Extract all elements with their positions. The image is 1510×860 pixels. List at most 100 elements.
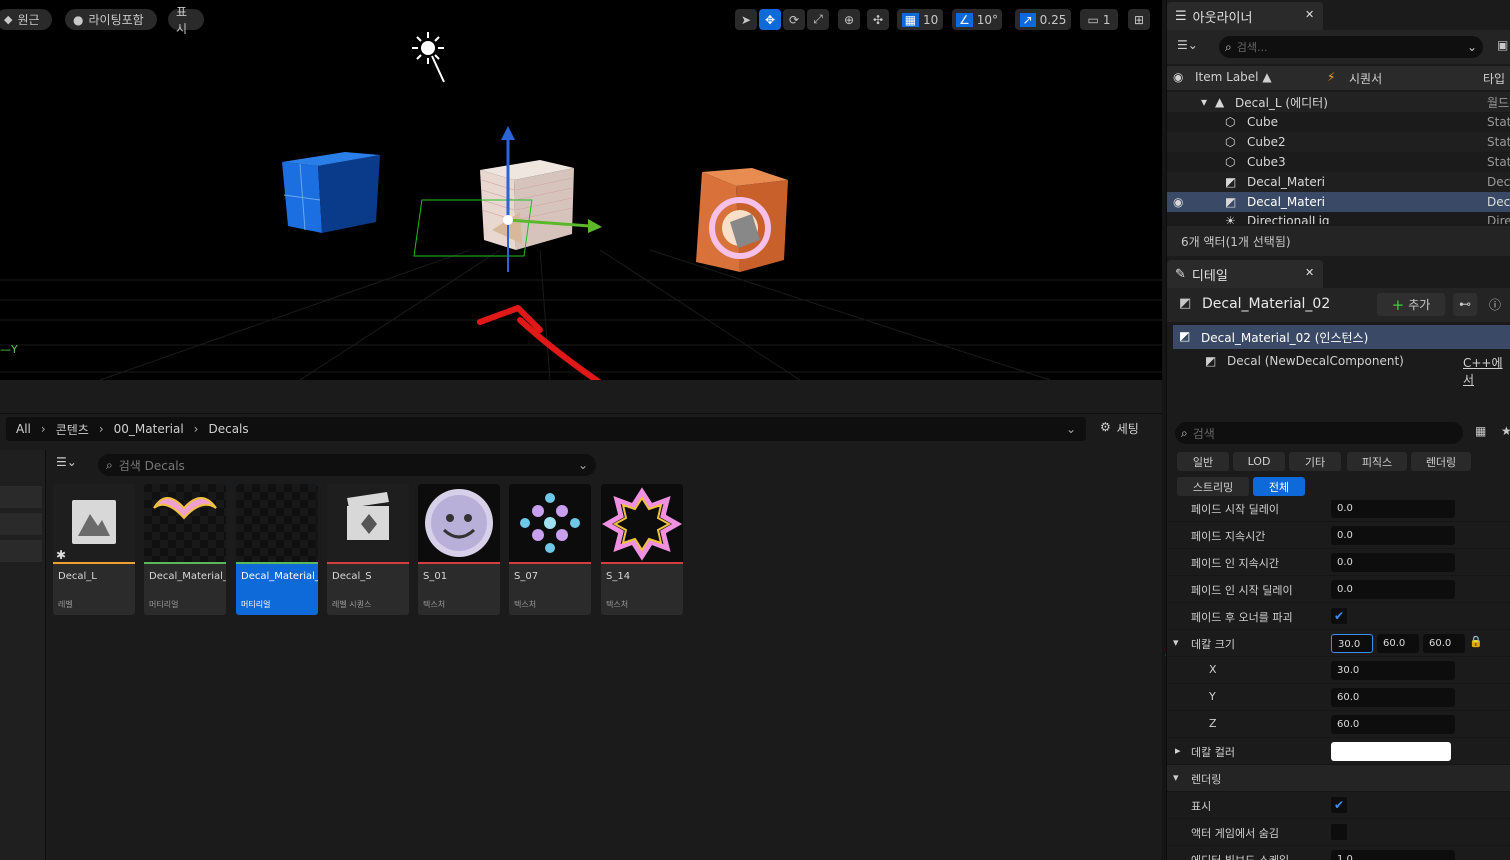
- sources-item[interactable]: [0, 513, 42, 535]
- asset-search-input[interactable]: ⌕ 검색 Decals ⌄: [98, 454, 596, 476]
- prop-value-input[interactable]: 0.0: [1331, 500, 1455, 518]
- prop-label: 데칼 크기: [1191, 638, 1235, 651]
- decal-size-z-input[interactable]: 60.0: [1423, 634, 1465, 653]
- filter-tab-streaming[interactable]: 스트리밍: [1177, 477, 1249, 496]
- settings-button[interactable]: ⚙ 세팅: [1100, 420, 1139, 437]
- search-icon: ⌕: [106, 457, 113, 472]
- close-icon[interactable]: ✕: [1305, 8, 1314, 21]
- table-view-icon[interactable]: ▦: [1475, 424, 1486, 438]
- sources-item[interactable]: [0, 540, 42, 562]
- filter-tab-all[interactable]: 전체: [1253, 477, 1305, 496]
- cpp-link[interactable]: C++에서: [1463, 354, 1510, 388]
- chevron-down-icon[interactable]: ▾: [1173, 771, 1179, 784]
- eye-icon[interactable]: ◉: [1173, 195, 1183, 209]
- texture-thumbnail: [601, 484, 683, 562]
- details-search-input[interactable]: ⌕ 검색: [1175, 422, 1463, 444]
- orange-cube[interactable]: [696, 168, 788, 272]
- crumb-decals[interactable]: Decals: [208, 422, 248, 436]
- crumb-material[interactable]: 00_Material: [114, 422, 184, 436]
- scale-snap-button[interactable]: ↗ 0.25: [1015, 9, 1071, 30]
- surface-snap-button[interactable]: ✣: [867, 9, 889, 30]
- chevron-down-icon[interactable]: ⌄: [1066, 422, 1076, 436]
- filter-tab-lod[interactable]: LOD: [1233, 452, 1285, 471]
- prop-value-input[interactable]: 60.0: [1331, 688, 1455, 707]
- chevron-down-icon[interactable]: ⌄: [578, 458, 588, 472]
- help-icon[interactable]: ⓘ: [1489, 296, 1501, 313]
- outliner-row[interactable]: ⬡ Cube Stat: [1167, 112, 1510, 132]
- outliner-search-input[interactable]: ⌕ 검색... ⌄: [1219, 36, 1483, 58]
- show-button[interactable]: 표시: [168, 5, 204, 36]
- section-rendering[interactable]: ▾ 렌더링: [1167, 765, 1510, 792]
- chevron-down-icon[interactable]: ▾: [1173, 636, 1179, 649]
- crumb-all[interactable]: All: [16, 422, 31, 436]
- select-tool-button[interactable]: ➤: [735, 9, 757, 30]
- decal-size-y-input[interactable]: 60.0: [1377, 634, 1419, 653]
- outliner-row[interactable]: ◩ Decal_Materi Dec: [1167, 172, 1510, 192]
- star-icon[interactable]: ★: [1501, 424, 1510, 438]
- prop-value-input[interactable]: 0.0: [1331, 553, 1455, 572]
- filter-tab-misc[interactable]: 기타: [1289, 452, 1341, 471]
- close-icon[interactable]: ✕: [1305, 266, 1314, 279]
- prop-value-input[interactable]: 1.0: [1331, 850, 1455, 860]
- add-component-button[interactable]: + 추가: [1377, 293, 1445, 316]
- filter-tab-general[interactable]: 일반: [1177, 452, 1229, 471]
- sources-item[interactable]: [0, 486, 42, 508]
- asset-tile[interactable]: S_01 텍스처: [418, 484, 500, 615]
- chevron-right-icon[interactable]: ▸: [1175, 744, 1181, 757]
- prop-decal-size-y: Y 60.0: [1167, 684, 1510, 711]
- tab-details[interactable]: ✎ 디테일 ✕: [1167, 260, 1323, 288]
- world-local-button[interactable]: ⊕: [838, 9, 860, 30]
- prop-value-input[interactable]: 0.0: [1331, 580, 1455, 599]
- lock-icon[interactable]: 🔒: [1469, 635, 1483, 648]
- outliner-row[interactable]: ☀ DirectionalLig Dire: [1167, 212, 1510, 224]
- component-decal[interactable]: ◩ Decal (NewDecalComponent) C++에서: [1173, 350, 1510, 387]
- outliner-row[interactable]: ⬡ Cube2 Stat: [1167, 132, 1510, 152]
- filter-icon[interactable]: ☰⌄: [56, 455, 77, 469]
- tab-outliner[interactable]: ☰ 아웃라이너 ✕: [1167, 2, 1323, 30]
- prop-value-input[interactable]: 30.0: [1331, 661, 1455, 680]
- filter-icon[interactable]: ☰⌄: [1177, 38, 1198, 52]
- asset-tile[interactable]: Decal_Material_01 머티리얼: [144, 484, 226, 615]
- move-tool-button[interactable]: ✥: [759, 9, 781, 30]
- rotate-tool-button[interactable]: ⟳: [783, 9, 805, 30]
- col-sequencer[interactable]: 시퀀서: [1349, 70, 1382, 87]
- outliner-row[interactable]: ▾ ▲ Decal_L (에디터) 월드: [1167, 92, 1510, 112]
- chevron-down-icon[interactable]: ⌄: [1467, 40, 1477, 54]
- grid-snap-button[interactable]: ▦ 10: [897, 9, 943, 30]
- perspective-button[interactable]: ◆ 원근: [0, 9, 52, 30]
- add-folder-icon[interactable]: ▣: [1497, 38, 1508, 52]
- col-type[interactable]: 타입: [1483, 70, 1505, 87]
- blueprint-button[interactable]: ⊷: [1453, 293, 1477, 316]
- static-mesh-icon: ⬡: [1225, 115, 1236, 129]
- asset-tile[interactable]: S_14 텍스처: [601, 484, 683, 615]
- prop-value-input[interactable]: 60.0: [1331, 715, 1455, 734]
- checkbox-checked[interactable]: ✔: [1331, 608, 1347, 624]
- asset-tile[interactable]: Decal_S 레벨 시퀀스: [327, 484, 409, 615]
- crumb-content[interactable]: 콘텐츠: [56, 421, 89, 438]
- filter-tab-rendering[interactable]: 렌더링: [1411, 452, 1471, 471]
- filter-tab-physics[interactable]: 피직스: [1347, 452, 1407, 471]
- chevron-down-icon[interactable]: ▾: [1201, 95, 1207, 109]
- directional-light-icon[interactable]: [412, 32, 445, 83]
- selected-cube[interactable]: [413, 126, 602, 272]
- lit-mode-button[interactable]: ● 라이팅포함: [65, 9, 157, 30]
- camera-speed-button[interactable]: ▭ 1: [1080, 9, 1118, 30]
- asset-tile-selected[interactable]: Decal_Material_02 머티리얼: [236, 484, 318, 615]
- outliner-row[interactable]: ⬡ Cube3 Stat: [1167, 152, 1510, 172]
- color-swatch[interactable]: [1331, 742, 1451, 761]
- decal-size-x-input[interactable]: 30.0: [1331, 634, 1373, 653]
- scale-tool-button[interactable]: ⤢: [807, 9, 829, 30]
- component-root[interactable]: ◩ Decal_Material_02 (인스턴스): [1173, 325, 1510, 349]
- rotation-snap-button[interactable]: ∠ 10°: [952, 9, 1002, 30]
- prop-value-input[interactable]: 0.0: [1331, 526, 1455, 545]
- asset-tile[interactable]: S_07 텍스처: [509, 484, 591, 615]
- outliner-row-selected[interactable]: ◉ ◩ Decal_Materi Dec: [1167, 192, 1510, 212]
- layout-button[interactable]: ⊞: [1128, 9, 1150, 30]
- row-label: DirectionalLig: [1247, 214, 1330, 224]
- col-item-label[interactable]: Item Label ▲: [1195, 70, 1272, 84]
- level-viewport[interactable]: ◆ 원근 ● 라이팅포함 표시 ➤ ✥ ⟳ ⤢ ⊕ ✣ ▦ 10 ∠ 10° ↗…: [0, 0, 1162, 380]
- blue-cube[interactable]: [282, 152, 380, 233]
- checkbox-checked[interactable]: ✔: [1331, 797, 1347, 813]
- checkbox-unchecked[interactable]: [1331, 824, 1347, 840]
- asset-tile[interactable]: ✱ Decal_L 레벨: [53, 484, 135, 615]
